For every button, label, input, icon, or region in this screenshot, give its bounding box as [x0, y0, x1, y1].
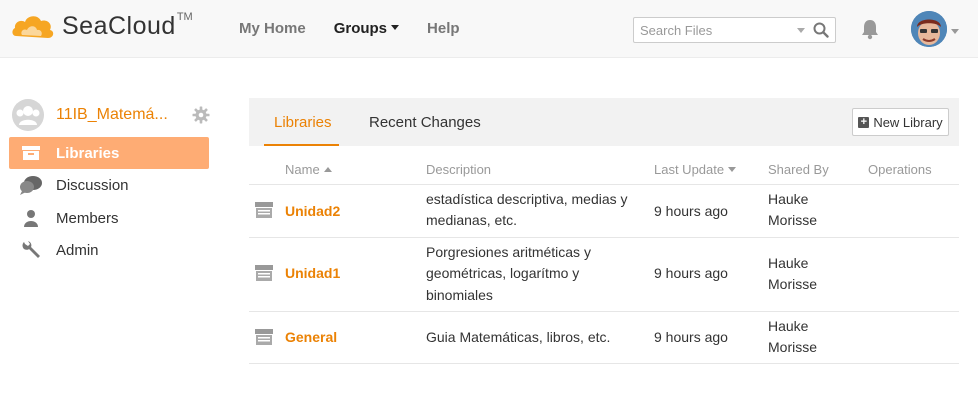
new-library-button[interactable]: + New Library — [852, 108, 949, 136]
wrench-icon — [22, 241, 40, 258]
column-header-name[interactable]: Name — [285, 162, 332, 177]
library-shared-by: Hauke — [768, 255, 809, 271]
search-icon[interactable] — [813, 22, 829, 38]
sort-descending-icon — [728, 167, 737, 173]
library-shared-by: Morisse — [768, 276, 818, 292]
column-header-label: Name — [285, 162, 320, 177]
library-shared-by: Hauke — [768, 191, 809, 207]
library-icon — [255, 202, 273, 218]
sidebar-item-label: Admin — [56, 241, 99, 259]
divider — [249, 237, 959, 238]
library-icon — [22, 146, 40, 160]
divider — [249, 363, 959, 364]
sidebar-item-label: Discussion — [56, 176, 129, 194]
group-name[interactable]: 11IB_Matemá... — [56, 106, 176, 124]
library-description: estadística descriptiva, medias y — [426, 191, 628, 207]
column-header-description: Description — [426, 162, 492, 177]
library-shared-by: Morisse — [768, 339, 818, 355]
sort-ascending-icon — [323, 167, 332, 173]
main-nav: My Home Groups Help — [239, 20, 488, 37]
library-last-update: 9 hours ago — [654, 265, 728, 281]
divider — [249, 184, 959, 185]
group-header: 11IB_Matemá... — [12, 98, 210, 132]
sidebar-item-libraries[interactable]: Libraries — [9, 137, 209, 169]
library-shared-by: Morisse — [768, 212, 818, 228]
library-icon — [255, 265, 273, 281]
top-header: SeaCloud TM My Home Groups Help — [0, 0, 978, 58]
nav-groups-label: Groups — [333, 20, 388, 37]
logo-text: SeaCloud — [62, 11, 176, 40]
group-avatar — [12, 99, 44, 131]
search-input[interactable] — [634, 18, 784, 42]
sidebar-item-label: Members — [56, 209, 119, 227]
library-shared-by: Hauke — [768, 318, 809, 334]
library-name-link[interactable]: Unidad2 — [285, 201, 340, 222]
search-options-dropdown-icon[interactable] — [797, 28, 805, 33]
library-description: Guia Matemáticas, libros, etc. — [426, 329, 611, 345]
library-name-link[interactable]: General — [285, 327, 337, 348]
cloud-logo-icon — [12, 16, 54, 38]
divider — [249, 311, 959, 312]
avatar-image — [911, 11, 947, 47]
library-description: medianas, etc. — [426, 212, 518, 228]
chevron-down-icon — [391, 24, 400, 30]
column-header-last-update[interactable]: Last Update — [654, 162, 737, 177]
column-header-operations: Operations — [868, 162, 932, 177]
account-menu-chevron-icon[interactable] — [951, 29, 959, 34]
library-name-link[interactable]: Unidad1 — [285, 263, 340, 284]
discussion-icon — [20, 176, 42, 195]
nav-groups[interactable]: Groups — [333, 20, 400, 37]
nav-my-home[interactable]: My Home — [239, 20, 306, 37]
library-description: binomiales — [426, 287, 493, 303]
nav-help[interactable]: Help — [427, 20, 460, 37]
tab-libraries[interactable]: Libraries — [274, 114, 332, 131]
gear-icon[interactable] — [192, 106, 210, 124]
active-tab-indicator — [264, 144, 339, 146]
new-library-label: New Library — [873, 114, 943, 130]
user-avatar[interactable] — [911, 11, 947, 47]
sidebar-item-members[interactable]: Members — [9, 202, 209, 234]
group-people-icon — [12, 99, 44, 131]
seacloud-logo[interactable]: SeaCloud TM — [10, 10, 193, 42]
tab-recent-changes[interactable]: Recent Changes — [369, 114, 481, 131]
sidebar-item-label: Libraries — [56, 144, 120, 162]
column-header-label: Last Update — [654, 162, 725, 177]
column-header-shared-by: Shared By — [768, 162, 829, 177]
library-description: Porgresiones aritméticas y — [426, 244, 591, 260]
library-last-update: 9 hours ago — [654, 329, 728, 345]
library-last-update: 9 hours ago — [654, 203, 728, 219]
sidebar-item-discussion[interactable]: Discussion — [9, 169, 209, 201]
library-icon — [255, 329, 273, 345]
notification-bell-icon[interactable] — [861, 18, 879, 40]
library-description: geométricas, logarítmo y — [426, 265, 580, 281]
sidebar-item-admin[interactable]: Admin — [9, 234, 209, 266]
members-icon — [24, 210, 38, 227]
search-box — [633, 17, 836, 43]
plus-icon: + — [858, 116, 870, 128]
logo-trademark: TM — [176, 11, 193, 23]
